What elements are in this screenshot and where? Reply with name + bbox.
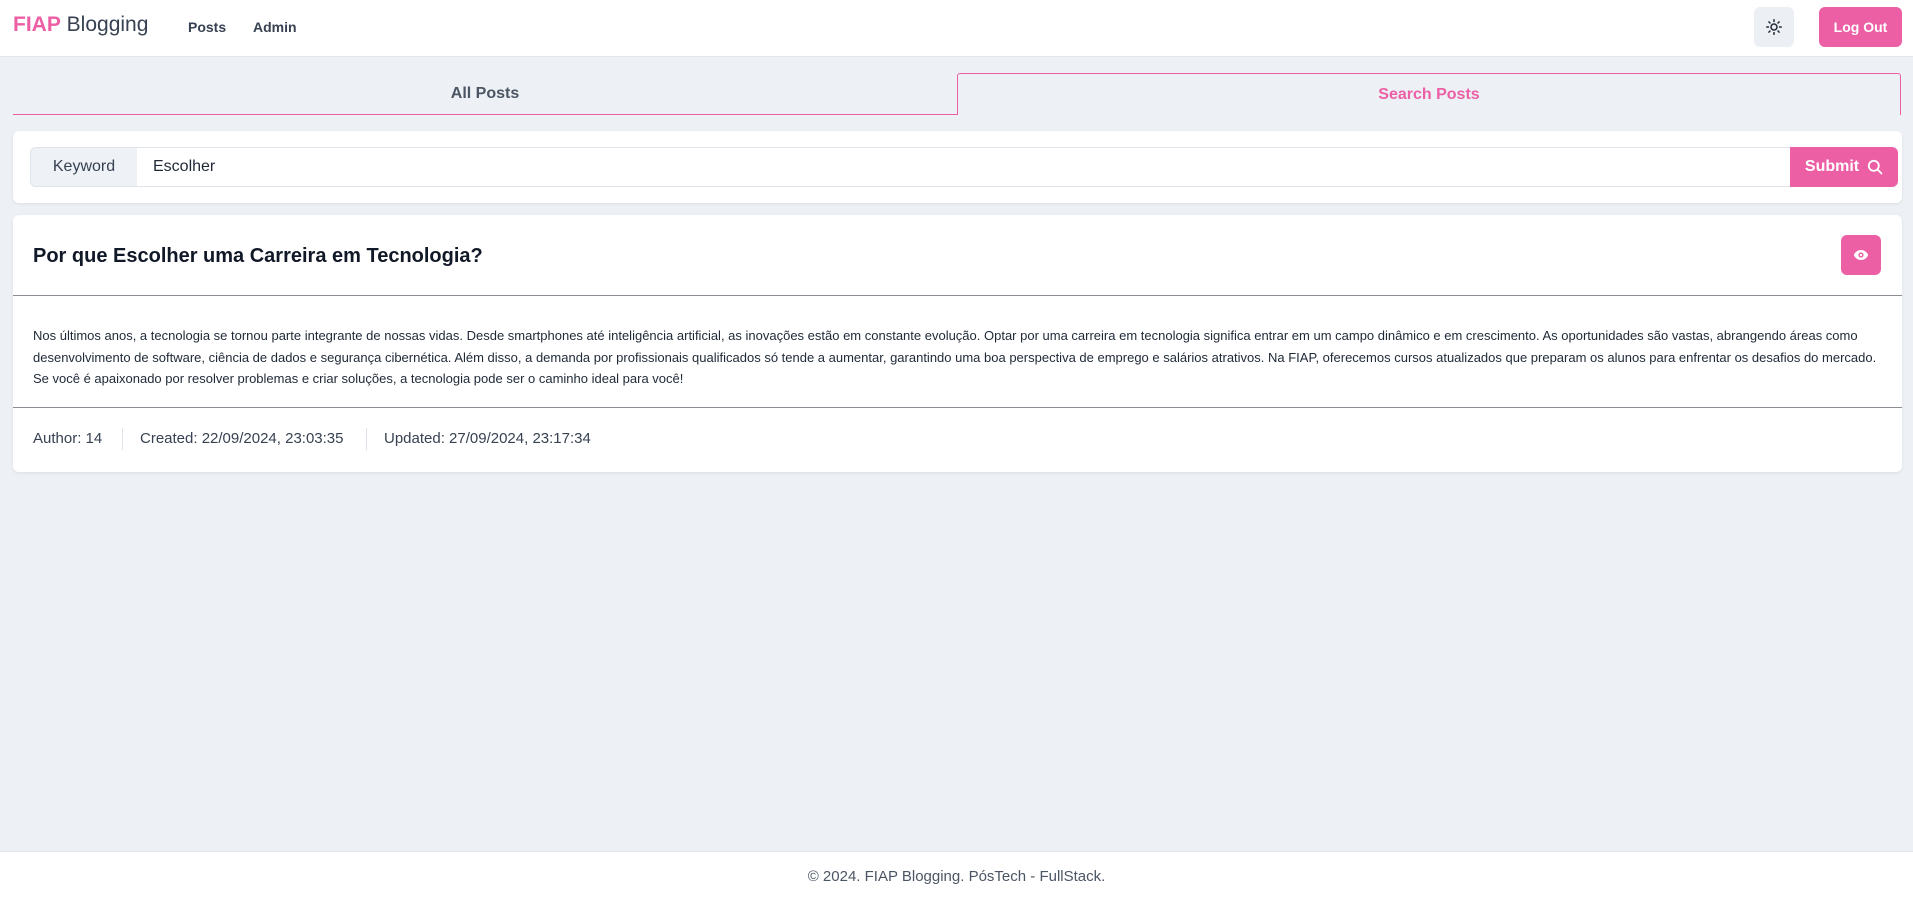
brand-accent: FIAP — [13, 13, 61, 36]
tab-search-posts[interactable]: Search Posts — [957, 73, 1901, 115]
meta-separator — [122, 428, 123, 450]
search-panel: Keyword Submit — [13, 131, 1902, 203]
post-content: Nos últimos anos, a tecnologia se tornou… — [33, 328, 1877, 386]
post-card: Por que Escolher uma Carreira em Tecnolo… — [13, 215, 1902, 472]
page-footer: © 2024. FIAP Blogging. PósTech - FullSta… — [0, 851, 1913, 900]
submit-button[interactable]: Submit — [1790, 147, 1898, 187]
post-created-date: Created: 22/09/2024, 23:03:35 — [140, 430, 344, 447]
view-post-button[interactable] — [1841, 235, 1881, 275]
submit-label: Submit — [1804, 158, 1860, 175]
brand-name: Blogging — [60, 13, 149, 36]
logout-button[interactable]: Log Out — [1819, 7, 1902, 47]
tab-all-posts[interactable]: All Posts — [13, 73, 957, 115]
post-title: Por que Escolher uma Carreira em Tecnolo… — [33, 245, 483, 267]
nav-posts-link[interactable]: Posts — [188, 18, 226, 36]
footer-copyright: © 2024. FIAP Blogging. PósTech - FullSta… — [807, 867, 1106, 885]
brand-logo[interactable]: FIAP Blogging — [13, 12, 148, 38]
nav-admin-link[interactable]: Admin — [253, 18, 297, 36]
post-author: Author: 14 — [33, 430, 103, 447]
keyword-input[interactable] — [137, 147, 1790, 187]
sun-icon — [1766, 19, 1782, 35]
meta-separator — [366, 428, 367, 450]
eye-icon — [1853, 250, 1869, 260]
post-header-divider — [13, 295, 1902, 296]
theme-toggle-button[interactable] — [1754, 7, 1794, 47]
top-navbar: FIAP Blogging Posts Admin Log Out — [0, 0, 1913, 57]
search-icon — [1868, 159, 1883, 175]
post-updated-date: Updated: 27/09/2024, 23:17:34 — [384, 430, 591, 447]
keyword-label: Keyword — [30, 147, 137, 187]
post-footer-divider — [13, 407, 1902, 408]
